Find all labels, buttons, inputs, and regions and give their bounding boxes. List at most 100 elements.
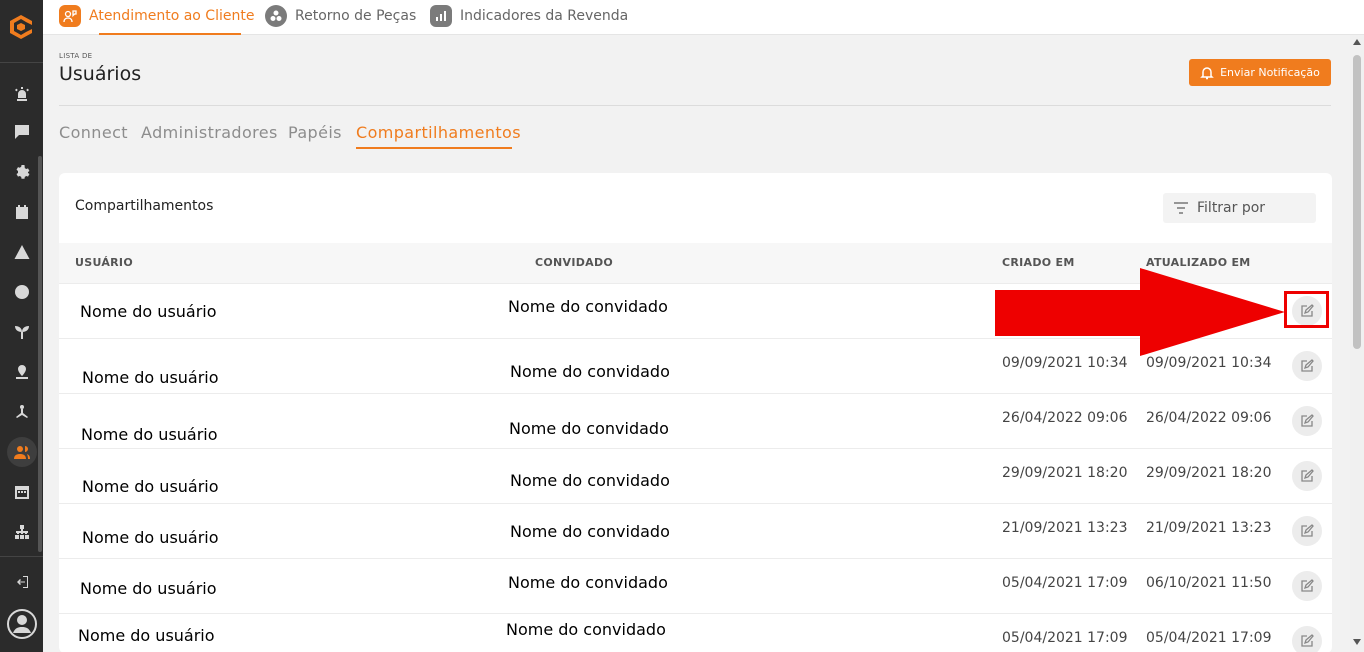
- calendar-icon: [15, 205, 28, 219]
- cell-user: Nome do usuário: [82, 528, 219, 547]
- filter-input[interactable]: Filtrar por: [1163, 193, 1316, 223]
- sidebar-item-globe[interactable]: [0, 274, 43, 310]
- active-tab-indicator: [356, 147, 512, 149]
- sidebar-item-location[interactable]: [0, 354, 43, 390]
- top-nav-item-atendimento[interactable]: Atendimento ao Cliente: [59, 3, 254, 29]
- edit-icon: [1301, 579, 1314, 592]
- cell-guest: Nome do convidado: [508, 573, 668, 592]
- parts-return-icon: [265, 5, 287, 27]
- sidebar-item-plant[interactable]: [0, 314, 43, 350]
- sidebar-item-settings[interactable]: [0, 154, 43, 190]
- cell-created: 26/04/2022 09:06: [1002, 410, 1128, 426]
- cell-user: Nome do usuário: [81, 425, 218, 444]
- sidebar-item-alarm[interactable]: [0, 76, 43, 112]
- table-row: Nome do usuário Nome do convidado 29/09/…: [59, 448, 1332, 503]
- users-icon: [13, 446, 30, 459]
- cell-updated: 29/09/2021 18:20: [1146, 465, 1272, 481]
- filter-placeholder: Filtrar por: [1197, 200, 1266, 216]
- profile-button[interactable]: [0, 604, 43, 644]
- table-row: Nome do usuário Nome do convidado 21/09/…: [59, 503, 1332, 558]
- cell-updated: 26/04/2022 09:06: [1146, 410, 1272, 426]
- tab-papeis[interactable]: Papéis: [288, 123, 342, 142]
- customer-service-icon: [59, 5, 81, 27]
- filter-icon: [1174, 202, 1188, 214]
- sidebar-item-warning[interactable]: [0, 234, 43, 270]
- edit-button[interactable]: [1292, 461, 1322, 491]
- schedule-icon: [14, 486, 29, 499]
- cell-created: 05/04/2021 17:09: [1002, 630, 1128, 646]
- page-title: Usuários: [59, 63, 142, 85]
- edit-button[interactable]: [1292, 516, 1322, 546]
- edit-button[interactable]: [1292, 571, 1322, 601]
- scroll-down-arrow-icon[interactable]: [1353, 639, 1361, 645]
- send-notification-button[interactable]: Enviar Notificação: [1189, 59, 1331, 86]
- cell-created: 05/04/2021 17:09: [1002, 575, 1128, 591]
- cell-user: Nome do usuário: [78, 626, 215, 645]
- top-nav-item-retorno[interactable]: Retorno de Peças: [265, 3, 416, 29]
- cell-created: 21/09/2021 13:23: [1002, 520, 1128, 536]
- bell-icon: [1200, 66, 1214, 79]
- profile-icon: [6, 609, 37, 639]
- cell-guest: Nome do convidado: [508, 297, 668, 316]
- hierarchy-icon: [14, 525, 29, 539]
- page-overline: LISTA DE: [59, 52, 93, 60]
- logout-button[interactable]: [0, 564, 43, 600]
- top-nav: Atendimento ao Cliente Retorno de Peças …: [43, 0, 1364, 35]
- globe-icon: [14, 285, 29, 299]
- send-notification-label: Enviar Notificação: [1220, 66, 1320, 79]
- alarm-icon: [14, 87, 29, 101]
- sidebar-item-schedule[interactable]: [0, 474, 43, 510]
- sidebar-item-network[interactable]: [0, 394, 43, 430]
- bar-chart-icon: [430, 5, 452, 27]
- shares-card: Compartilhamentos Filtrar por USUÁRIO CO…: [59, 173, 1332, 652]
- scroll-up-arrow-icon[interactable]: [1353, 39, 1361, 45]
- table-row: Nome do usuário Nome do convidado 05/04/…: [59, 558, 1332, 613]
- cell-guest: Nome do convidado: [506, 620, 666, 639]
- sidebar-item-users[interactable]: [0, 434, 43, 470]
- top-nav-item-indicadores[interactable]: Indicadores da Revenda: [430, 3, 628, 29]
- top-nav-label: Atendimento ao Cliente: [89, 8, 255, 24]
- cell-user: Nome do usuário: [80, 302, 217, 321]
- highlight-box: [1284, 291, 1329, 328]
- top-nav-label: Retorno de Peças: [295, 8, 417, 24]
- logo-icon[interactable]: [6, 12, 36, 42]
- logout-icon: [16, 576, 28, 588]
- cell-updated: 06/10/2021 11:50: [1146, 575, 1272, 591]
- cell-created: 29/09/2021 18:20: [1002, 465, 1128, 481]
- plant-icon: [14, 326, 29, 339]
- sidebar-item-calendar[interactable]: [0, 194, 43, 230]
- table-row: Nome do usuário Nome do convidado 26/04/…: [59, 393, 1332, 448]
- tab-administradores[interactable]: Administradores: [141, 123, 278, 142]
- chat-icon: [14, 125, 29, 139]
- red-arrow-annotation: [995, 268, 1285, 356]
- warning-icon: [14, 245, 29, 259]
- edit-button[interactable]: [1292, 351, 1322, 381]
- card-title: Compartilhamentos: [75, 198, 214, 214]
- cell-user: Nome do usuário: [82, 477, 219, 496]
- divider: [59, 105, 1331, 106]
- cell-guest: Nome do convidado: [510, 471, 670, 490]
- scrollbar-thumb[interactable]: [1353, 55, 1361, 349]
- top-nav-label: Indicadores da Revenda: [460, 8, 629, 24]
- cell-guest: Nome do convidado: [510, 522, 670, 541]
- cell-user: Nome do usuário: [82, 368, 219, 387]
- edit-icon: [1301, 634, 1314, 647]
- column-header-user[interactable]: USUÁRIO: [75, 256, 133, 269]
- sidebar-item-chat[interactable]: [0, 114, 43, 150]
- tab-connect[interactable]: Connect: [59, 123, 128, 142]
- edit-icon: [1301, 524, 1314, 537]
- table-row: Nome do usuário Nome do convidado 05/04/…: [59, 613, 1332, 652]
- edit-button[interactable]: [1292, 406, 1322, 436]
- cell-updated: 05/04/2021 17:09: [1146, 630, 1272, 646]
- edit-button[interactable]: [1292, 626, 1322, 652]
- settings-icon: [16, 165, 29, 179]
- network-icon: [15, 405, 28, 418]
- cell-guest: Nome do convidado: [509, 419, 669, 438]
- sidebar-item-hierarchy[interactable]: [0, 514, 43, 550]
- page-scrollbar[interactable]: [1350, 35, 1364, 652]
- column-header-guest[interactable]: CONVIDADO: [535, 256, 613, 269]
- edit-icon: [1301, 469, 1314, 482]
- sidebar: [0, 0, 43, 652]
- tab-compartilhamentos[interactable]: Compartilhamentos: [356, 123, 521, 142]
- cell-updated: 21/09/2021 13:23: [1146, 520, 1272, 536]
